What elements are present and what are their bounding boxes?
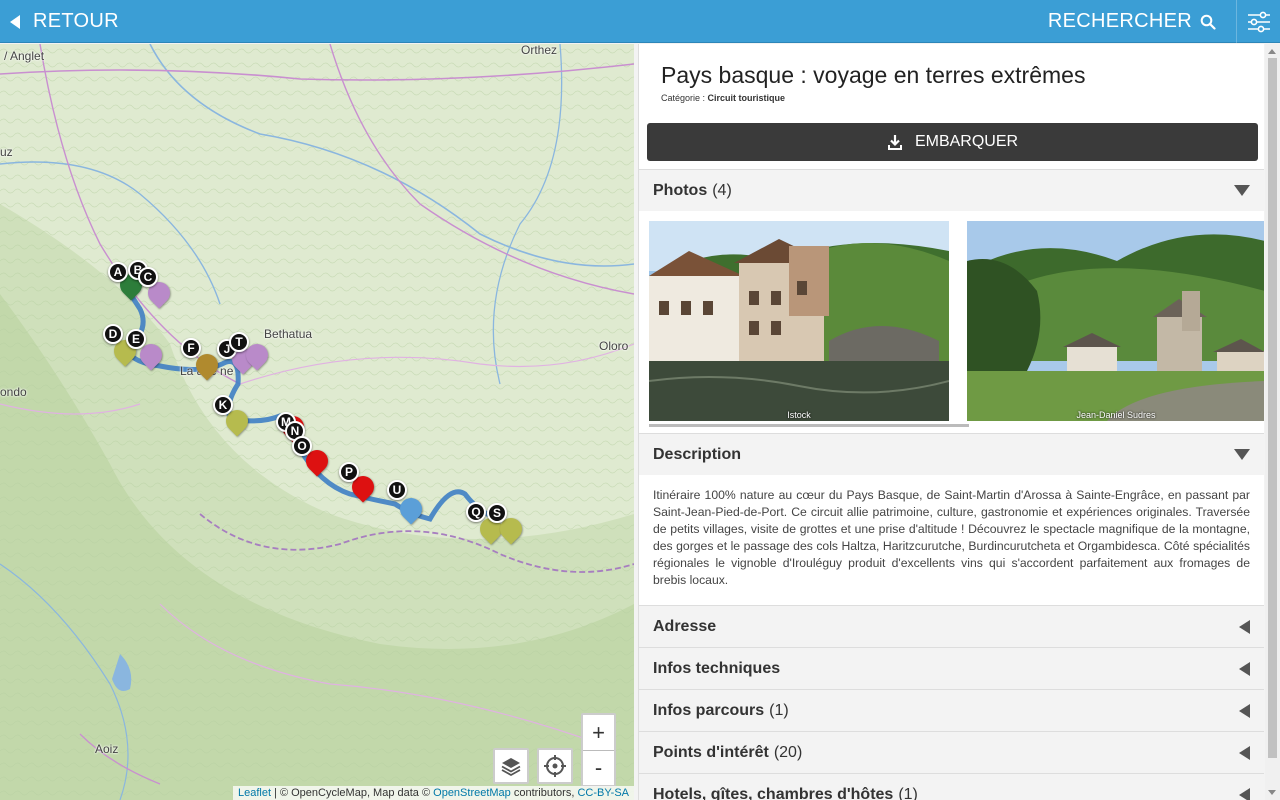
leaflet-link[interactable]: Leaflet [238, 787, 271, 799]
section-description[interactable]: Description [639, 433, 1264, 475]
osm-link[interactable]: OpenStreetMap [433, 787, 511, 799]
chevron-left-icon [1239, 661, 1250, 676]
section-count: (20) [773, 743, 803, 761]
section-infos-techniques[interactable]: Infos techniques [639, 647, 1264, 689]
place-label: ondo [0, 385, 27, 399]
photo-scroll-indicator[interactable] [649, 424, 969, 427]
section-title: Description [653, 445, 742, 463]
sliders-icon [1247, 11, 1270, 32]
embark-button[interactable]: EMBARQUER [647, 123, 1258, 161]
back-button[interactable]: RETOUR [10, 0, 119, 43]
layers-icon [501, 758, 521, 777]
search-icon [1200, 14, 1216, 30]
place-label: Bethatua [264, 327, 313, 341]
attribution-text: | © OpenCycleMap, Map data © [271, 787, 434, 799]
place-label: uz [0, 145, 13, 159]
category-value: Circuit touristique [707, 93, 786, 103]
photo-thumbnail[interactable]: Jean-Daniel Sudres [967, 221, 1264, 421]
route-marker[interactable]: E [126, 329, 146, 349]
mountain-church-photo [967, 221, 1264, 421]
panel-scrollbar[interactable] [1265, 44, 1280, 800]
section-title: Infos techniques [653, 659, 781, 677]
section-infos-parcours[interactable]: Infos parcours (1) [639, 689, 1264, 731]
section-photos[interactable]: Photos (4) [639, 169, 1264, 211]
search-label: RECHERCHER [1047, 10, 1192, 32]
zoom-control: + - [581, 713, 616, 787]
locate-button[interactable] [537, 748, 573, 784]
filter-button[interactable] [1236, 0, 1280, 43]
section-title: Adresse [653, 617, 717, 635]
chevron-down-icon [1234, 449, 1250, 460]
search-button[interactable]: RECHERCHER [1048, 0, 1216, 43]
place-label: Aoiz [95, 742, 119, 756]
scrollbar-thumb[interactable] [1268, 58, 1277, 758]
place-label: Oloro [599, 339, 629, 353]
route-marker[interactable]: U [387, 480, 407, 500]
section-count: (4) [712, 181, 732, 199]
map-attribution: Leaflet | © OpenCycleMap, Map data © Ope… [232, 786, 634, 800]
route-marker[interactable]: F [181, 338, 201, 358]
section-title: Hotels, gîtes, chambres d'hôtes [653, 785, 894, 800]
zoom-in-button[interactable]: + [583, 715, 614, 750]
place-label: / Anglet [4, 49, 45, 63]
triangle-left-icon [10, 14, 20, 29]
embark-label: EMBARQUER [914, 133, 1019, 150]
route-marker[interactable]: P [339, 462, 359, 482]
scroll-up-icon[interactable] [1268, 49, 1276, 54]
section-points-interet[interactable]: Points d'intérêt (20) [639, 731, 1264, 773]
title-block: Pays basque : voyage en terres extrêmes … [639, 44, 1264, 117]
chevron-left-icon [1239, 787, 1250, 800]
top-bar: RETOUR RECHERCHER [0, 0, 1280, 43]
zoom-out-button[interactable]: - [583, 750, 614, 785]
chevron-left-icon [1239, 619, 1250, 634]
embark-wrap: EMBARQUER [639, 117, 1264, 169]
crosshair-icon [544, 755, 566, 777]
photo-thumbnail[interactable]: Istock [649, 221, 949, 421]
download-icon [887, 135, 902, 150]
chevron-down-icon [1234, 185, 1250, 196]
section-adresse[interactable]: Adresse [639, 605, 1264, 647]
section-hotels[interactable]: Hotels, gîtes, chambres d'hôtes (1) [639, 773, 1264, 800]
category-label: Catégorie : [661, 93, 708, 103]
description-text: Itinéraire 100% nature au cœur du Pays B… [639, 475, 1264, 605]
section-count: (1) [898, 785, 918, 800]
layers-button[interactable] [493, 748, 529, 784]
section-title: Points d'intérêt [653, 743, 769, 761]
route-marker[interactable]: T [229, 332, 249, 352]
section-title: Photos [653, 181, 708, 199]
scroll-down-icon[interactable] [1268, 790, 1276, 795]
route-marker[interactable]: C [138, 267, 158, 287]
route-marker[interactable]: S [487, 503, 507, 523]
chevron-left-icon [1239, 703, 1250, 718]
section-count: (1) [769, 701, 789, 719]
section-title: Infos parcours [653, 701, 765, 719]
attribution-text: contributors, [510, 787, 578, 799]
photo-gallery[interactable]: Istock Jean-Daniel Sudres [639, 211, 1264, 433]
page-title: Pays basque : voyage en terres extrêmes [661, 62, 1086, 88]
village-river-photo [649, 221, 949, 421]
detail-panel: Pays basque : voyage en terres extrêmes … [638, 44, 1264, 800]
route-marker[interactable]: Q [466, 502, 486, 522]
chevron-left-icon [1239, 745, 1250, 760]
back-label: RETOUR [33, 10, 119, 32]
place-label: Orthez [521, 44, 558, 57]
category-line: Catégorie : Circuit touristique [661, 93, 1242, 103]
map-tiles [0, 44, 634, 800]
map-view[interactable]: / Anglet Orthez uz Bethatua Oloro ondo A… [0, 44, 634, 800]
route-marker[interactable]: D [103, 324, 123, 344]
photo-caption: Istock [787, 410, 811, 420]
route-marker[interactable]: A [108, 262, 128, 282]
license-link[interactable]: CC-BY-SA [577, 787, 629, 799]
route-marker[interactable]: O [292, 436, 312, 456]
route-marker[interactable]: K [213, 395, 233, 415]
photo-caption: Jean-Daniel Sudres [1076, 410, 1156, 420]
